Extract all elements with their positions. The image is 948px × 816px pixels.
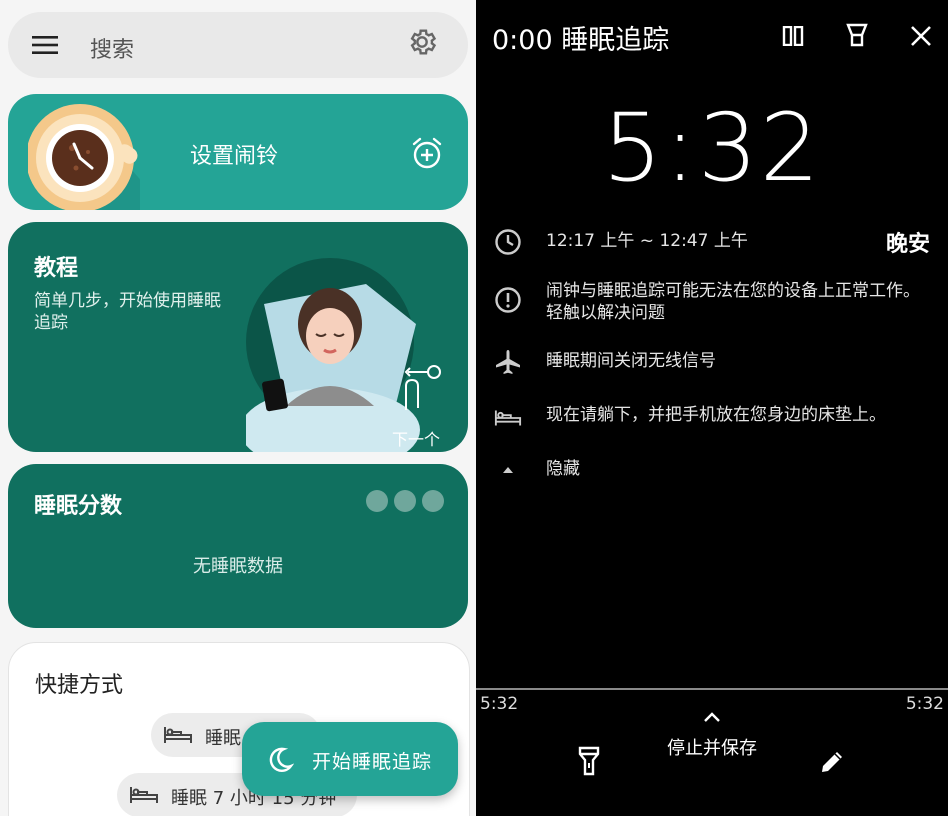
tutorial-description: 简单几步，开始使用睡眠追踪 [34, 291, 221, 333]
device-warning-text: 闹钟与睡眠追踪可能无法在您的设备上正常工作。轻触以解决问题 [546, 281, 920, 323]
current-time-display: 5:32 [602, 94, 822, 203]
close-icon[interactable] [910, 25, 932, 47]
gear-icon[interactable] [406, 26, 438, 58]
start-sleep-tracking-label: 开始睡眠追踪 [312, 751, 433, 773]
shortcut-label: 睡眠 [205, 728, 241, 749]
lullaby-lamp-icon[interactable] [846, 23, 868, 47]
edit-pencil-icon[interactable] [818, 748, 846, 776]
bed-icon [130, 787, 158, 803]
sleep-tracking-panel: 0:00 睡眠追踪 5:32 12:17 上午 ~ 12:47 上午 晚安 闹钟… [476, 0, 948, 816]
sleep-score-card[interactable]: 睡眠分数 无睡眠数据 [8, 464, 468, 628]
airplane-mode-text: 睡眠期间关闭无线信号 [546, 351, 716, 371]
set-alarm-card[interactable]: 设置闹铃 [8, 94, 468, 210]
alarm-window-text: 12:17 上午 ~ 12:47 上午 [546, 231, 748, 251]
set-alarm-label: 设置闹铃 [190, 144, 279, 169]
sleep-score-title: 睡眠分数 [34, 494, 123, 519]
start-sleep-tracking-button[interactable]: 开始睡眠追踪 [242, 722, 458, 796]
chevron-up-icon[interactable] [703, 711, 721, 723]
shortcuts-title: 快捷方式 [35, 673, 124, 698]
timeline-start: 5:32 [480, 694, 519, 714]
clock-icon [495, 229, 521, 255]
bed-icon [494, 410, 522, 426]
goodnight-text: 晚安 [885, 232, 930, 257]
sleeping-woman-illustration [246, 258, 441, 452]
pause-icon[interactable] [782, 26, 804, 46]
add-alarm-icon[interactable] [410, 136, 444, 170]
timeline-end: 5:32 [905, 694, 944, 714]
stop-and-save-button[interactable]: 停止并保存 [476, 734, 948, 760]
moon-icon [269, 747, 294, 772]
no-sleep-data-text: 无睡眠数据 [193, 556, 283, 577]
main-app-panel: 搜索 设置闹铃 教程 简单几步，开始使用睡眠追踪 下一个 睡眠分数 无睡眠数据 … [0, 0, 476, 816]
timeline-divider [476, 688, 948, 690]
bed-icon [164, 727, 192, 743]
search-placeholder[interactable]: 搜索 [90, 32, 134, 64]
alert-circle-icon [495, 287, 521, 313]
triangle-up-icon [503, 467, 513, 473]
more-dots-icon[interactable] [366, 490, 450, 516]
menu-icon[interactable] [32, 35, 58, 55]
coffee-cup-icon [28, 104, 140, 210]
tutorial-title: 教程 [34, 256, 79, 281]
airplane-icon [496, 350, 520, 374]
tutorial-card[interactable]: 教程 简单几步，开始使用睡眠追踪 下一个 [8, 222, 468, 452]
flashlight-icon[interactable] [578, 746, 600, 776]
search-bar[interactable]: 搜索 [8, 12, 468, 78]
hide-text: 隐藏 [546, 459, 580, 479]
tracking-title: 0:00 睡眠追踪 [492, 25, 670, 56]
tutorial-next-button[interactable]: 下一个 [392, 426, 440, 450]
lie-down-text: 现在请躺下，并把手机放在您身边的床垫上。 [546, 405, 886, 425]
